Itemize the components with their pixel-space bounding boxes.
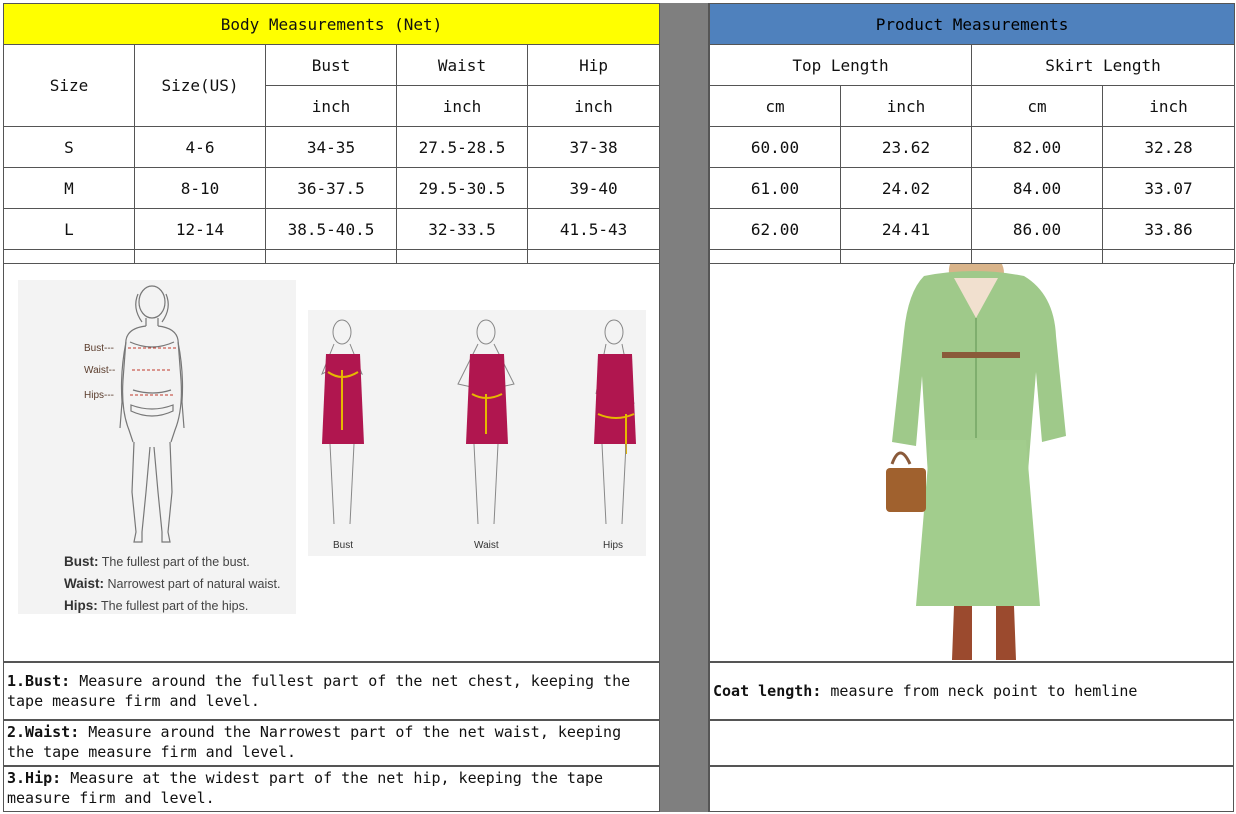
note-waist: 2.Waist: Measure around the Narrowest pa… bbox=[3, 720, 660, 766]
body-outline-icon bbox=[119, 285, 185, 543]
table-row: S 4-6 34-35 27.5-28.5 37-38 bbox=[3, 126, 661, 168]
col-skirt-length: Skirt Length bbox=[970, 44, 1236, 86]
cell-bust: 36-37.5 bbox=[265, 167, 397, 209]
def-hips: Hips: The fullest part of the hips. bbox=[64, 598, 249, 613]
cell-bust: 38.5-40.5 bbox=[265, 208, 397, 250]
dress-diagram: Bust Waist Hips bbox=[308, 310, 646, 556]
unit-waist: inch bbox=[396, 85, 528, 127]
cell-top-inch: 24.41 bbox=[840, 208, 972, 250]
note-hip: 3.Hip: Measure at the widest part of the… bbox=[3, 766, 660, 812]
cell-hip: 39-40 bbox=[526, 167, 661, 209]
label-bust: Bust--- bbox=[84, 343, 114, 354]
cell-hip: 37-38 bbox=[526, 126, 661, 168]
cell-waist: 32-33.5 bbox=[396, 208, 528, 250]
product-measurements-title: Product Measurements bbox=[708, 3, 1236, 45]
cell-size: L bbox=[3, 208, 135, 250]
table-row: 61.00 24.02 84.00 33.07 bbox=[709, 167, 1236, 209]
label-waist: Waist-- bbox=[84, 365, 116, 376]
col-size: Size bbox=[3, 44, 135, 127]
unit-skirt-inch: inch bbox=[1101, 85, 1236, 127]
cell-top-cm: 62.00 bbox=[709, 208, 841, 250]
col-hip: Hip bbox=[526, 44, 661, 86]
unit-skirt-cm: cm bbox=[971, 85, 1103, 127]
body-measurements-title: Body Measurements (Net) bbox=[2, 3, 661, 45]
cell-top-inch: 24.02 bbox=[840, 167, 972, 209]
table-row-empty bbox=[709, 249, 1236, 264]
unit-hip: inch bbox=[526, 85, 661, 127]
dress-figures-icon bbox=[321, 319, 636, 525]
caption-waist: Waist bbox=[474, 540, 499, 551]
note-empty-2 bbox=[709, 766, 1234, 812]
cell-skirt-cm: 82.00 bbox=[971, 126, 1103, 168]
cell-size-us: 4-6 bbox=[134, 126, 266, 168]
cell-size-us: 8-10 bbox=[134, 167, 266, 209]
unit-top-inch: inch bbox=[840, 85, 972, 127]
product-photo-icon bbox=[886, 264, 1066, 660]
cell-bust: 34-35 bbox=[265, 126, 397, 168]
table-row: 62.00 24.41 86.00 33.86 bbox=[709, 208, 1236, 250]
note-empty-1 bbox=[709, 720, 1234, 766]
table-row: M 8-10 36-37.5 29.5-30.5 39-40 bbox=[3, 167, 661, 209]
body-diagram: Bust--- Waist-- Hips--- Bust: The fulles… bbox=[18, 280, 296, 614]
col-bust: Bust bbox=[265, 44, 397, 86]
col-top-length: Top Length bbox=[709, 44, 972, 86]
cell-skirt-cm: 86.00 bbox=[971, 208, 1103, 250]
cell-skirt-inch: 32.28 bbox=[1101, 126, 1236, 168]
cell-top-cm: 61.00 bbox=[709, 167, 841, 209]
def-waist: Waist: Narrowest part of natural waist. bbox=[64, 576, 281, 591]
cell-skirt-inch: 33.07 bbox=[1101, 167, 1236, 209]
cell-top-cm: 60.00 bbox=[709, 126, 841, 168]
measurement-guide-panel: Bust--- Waist-- Hips--- Bust: The fulles… bbox=[3, 263, 660, 662]
unit-top-cm: cm bbox=[709, 85, 841, 127]
def-bust: Bust: The fullest part of the bust. bbox=[64, 554, 250, 569]
col-waist: Waist bbox=[396, 44, 528, 86]
note-coat-length: Coat length: measure from neck point to … bbox=[709, 662, 1234, 720]
body-measurements-table: Body Measurements (Net) Size Size(US) Bu… bbox=[2, 3, 661, 264]
cell-waist: 27.5-28.5 bbox=[396, 126, 528, 168]
table-row: 60.00 23.62 82.00 32.28 bbox=[709, 126, 1236, 168]
cell-skirt-cm: 84.00 bbox=[971, 167, 1103, 209]
cell-top-inch: 23.62 bbox=[840, 126, 972, 168]
caption-hips: Hips bbox=[603, 540, 624, 551]
table-row-empty bbox=[3, 249, 661, 264]
cell-size-us: 12-14 bbox=[134, 208, 266, 250]
caption-bust: Bust bbox=[333, 540, 354, 551]
size-chart-sheet: Body Measurements (Net) Size Size(US) Bu… bbox=[2, 3, 1236, 812]
label-hips: Hips--- bbox=[84, 390, 114, 401]
table-row: L 12-14 38.5-40.5 32-33.5 41.5-43 bbox=[3, 208, 661, 250]
col-size-us: Size(US) bbox=[134, 44, 266, 127]
product-measurements-table: Product Measurements Top Length Skirt Le… bbox=[708, 3, 1236, 264]
cell-size: S bbox=[3, 126, 135, 168]
cell-size: M bbox=[3, 167, 135, 209]
cell-waist: 29.5-30.5 bbox=[396, 167, 528, 209]
divider-column bbox=[659, 3, 709, 812]
note-bust: 1.Bust: Measure around the fullest part … bbox=[3, 662, 660, 720]
cell-hip: 41.5-43 bbox=[526, 208, 661, 250]
product-photo-panel bbox=[709, 263, 1234, 662]
unit-bust: inch bbox=[265, 85, 397, 127]
cell-skirt-inch: 33.86 bbox=[1101, 208, 1236, 250]
